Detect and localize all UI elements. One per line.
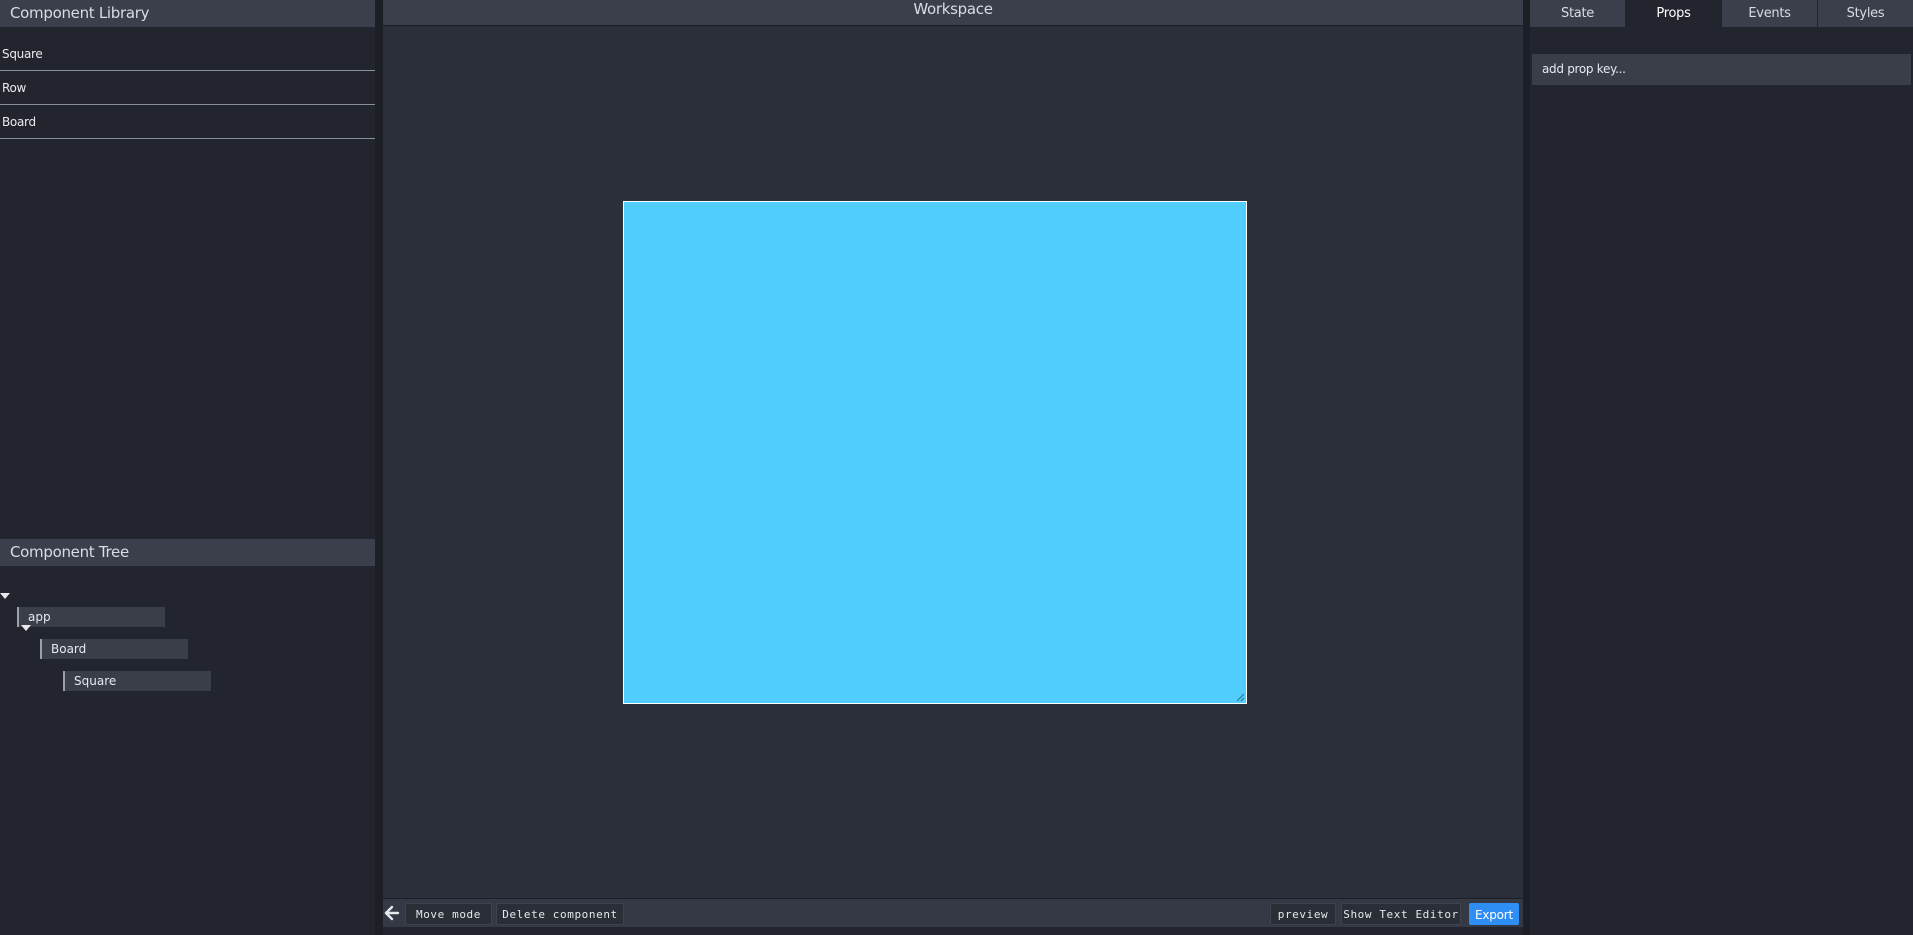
- left-divider[interactable]: [375, 0, 383, 935]
- tab-styles[interactable]: Styles: [1818, 0, 1913, 27]
- component-tree-title: Component Tree: [0, 539, 375, 566]
- component-library-list: Square Row Board: [0, 37, 375, 139]
- tab-events[interactable]: Events: [1722, 0, 1818, 27]
- properties-tabs: State Props Events Styles: [1530, 0, 1913, 27]
- workspace-panel: Workspace Move mode Delete component pre…: [383, 0, 1523, 935]
- component-tree-panel: Component Tree app Board Square: [0, 539, 375, 691]
- back-arrow-icon[interactable]: [383, 904, 401, 922]
- component-tree: app Board Square: [0, 566, 375, 691]
- component-library-title: Component Library: [0, 0, 375, 27]
- expand-board-icon[interactable]: [21, 625, 31, 631]
- resize-handle-icon[interactable]: [1236, 693, 1245, 702]
- workspace-canvas-component[interactable]: [623, 201, 1247, 704]
- library-item-board[interactable]: Board: [0, 105, 375, 139]
- add-prop-key-input[interactable]: add prop key...: [1532, 54, 1911, 85]
- tab-state[interactable]: State: [1530, 0, 1626, 27]
- tree-node-square[interactable]: Square: [63, 671, 211, 691]
- export-button[interactable]: Export: [1469, 903, 1519, 925]
- workspace-title: Workspace: [383, 0, 1523, 26]
- properties-panel: State Props Events Styles add prop key..…: [1530, 0, 1913, 935]
- library-item-square[interactable]: Square: [0, 37, 375, 71]
- workspace-bottom-strip: [383, 927, 1523, 935]
- show-text-editor-button[interactable]: Show Text Editor: [1341, 903, 1461, 925]
- tab-props[interactable]: Props: [1626, 0, 1722, 27]
- workspace-toolbar: Move mode Delete component preview Show …: [383, 898, 1523, 927]
- left-panel: Component Library Square Row Board Compo…: [0, 0, 375, 935]
- delete-component-button[interactable]: Delete component: [496, 903, 624, 925]
- tree-node-app[interactable]: app: [17, 607, 165, 627]
- right-divider[interactable]: [1523, 0, 1530, 935]
- tree-node-board[interactable]: Board: [40, 639, 188, 659]
- expand-app-icon[interactable]: [0, 593, 10, 599]
- library-item-row[interactable]: Row: [0, 71, 375, 105]
- move-mode-button[interactable]: Move mode: [405, 903, 492, 925]
- preview-button[interactable]: preview: [1270, 903, 1336, 925]
